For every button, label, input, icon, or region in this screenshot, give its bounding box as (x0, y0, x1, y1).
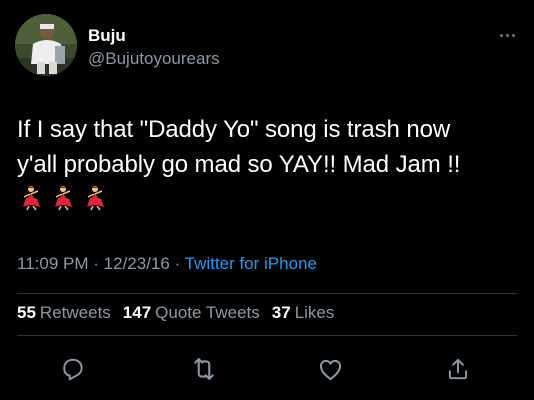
display-name[interactable]: Buju (88, 26, 220, 46)
retweets-stat[interactable]: 55 Retweets (17, 303, 111, 323)
share-button[interactable] (441, 352, 475, 386)
retweets-label: Retweets (39, 303, 111, 322)
share-icon (448, 358, 468, 380)
likes-stat[interactable]: 37 Likes (272, 303, 335, 323)
tweet-source-link[interactable]: Twitter for iPhone (185, 254, 317, 273)
quote-tweets-stat[interactable]: 147 Quote Tweets (123, 303, 260, 323)
tweet-date[interactable]: 12/23/16 (104, 254, 170, 273)
avatar[interactable] (15, 14, 77, 76)
likes-count: 37 (271, 303, 291, 322)
dancer-emoji-icon (23, 186, 40, 211)
like-button[interactable] (313, 352, 347, 386)
retweets-count: 55 (17, 303, 36, 322)
dancer-emoji-icon (87, 186, 104, 211)
divider (17, 335, 517, 336)
more-horizontal-icon[interactable] (496, 30, 518, 40)
retweet-button[interactable] (187, 352, 221, 386)
meta-separator: · (93, 254, 99, 273)
quotes-label: Quote Tweets (155, 303, 260, 322)
avatar-image (15, 14, 77, 76)
engagement-stats: 55 Retweets 147 Quote Tweets 37 Likes (17, 303, 334, 323)
like-icon (319, 359, 341, 380)
reply-icon (63, 358, 83, 381)
tweet-time[interactable]: 11:09 PM (17, 254, 89, 273)
dancer-emoji-icon (55, 186, 72, 211)
tweet-text: If I say that "Daddy Yo" song is trash n… (17, 116, 461, 178)
reply-button[interactable] (56, 352, 90, 386)
action-bar (0, 352, 534, 386)
author-block[interactable]: Buju @Bujutoyourears (88, 26, 220, 70)
quotes-count: 147 (122, 303, 152, 322)
tweet-meta: 11:09 PM · 12/23/16 · Twitter for iPhone (17, 254, 317, 274)
handle[interactable]: @Bujutoyourears (88, 48, 220, 70)
emoji-row (18, 185, 108, 211)
retweet-icon (194, 358, 214, 380)
tweet-detail: Buju @Bujutoyourears If I say that "Dadd… (0, 0, 534, 400)
meta-separator: · (174, 254, 181, 273)
divider (17, 293, 517, 294)
likes-label: Likes (294, 303, 335, 322)
